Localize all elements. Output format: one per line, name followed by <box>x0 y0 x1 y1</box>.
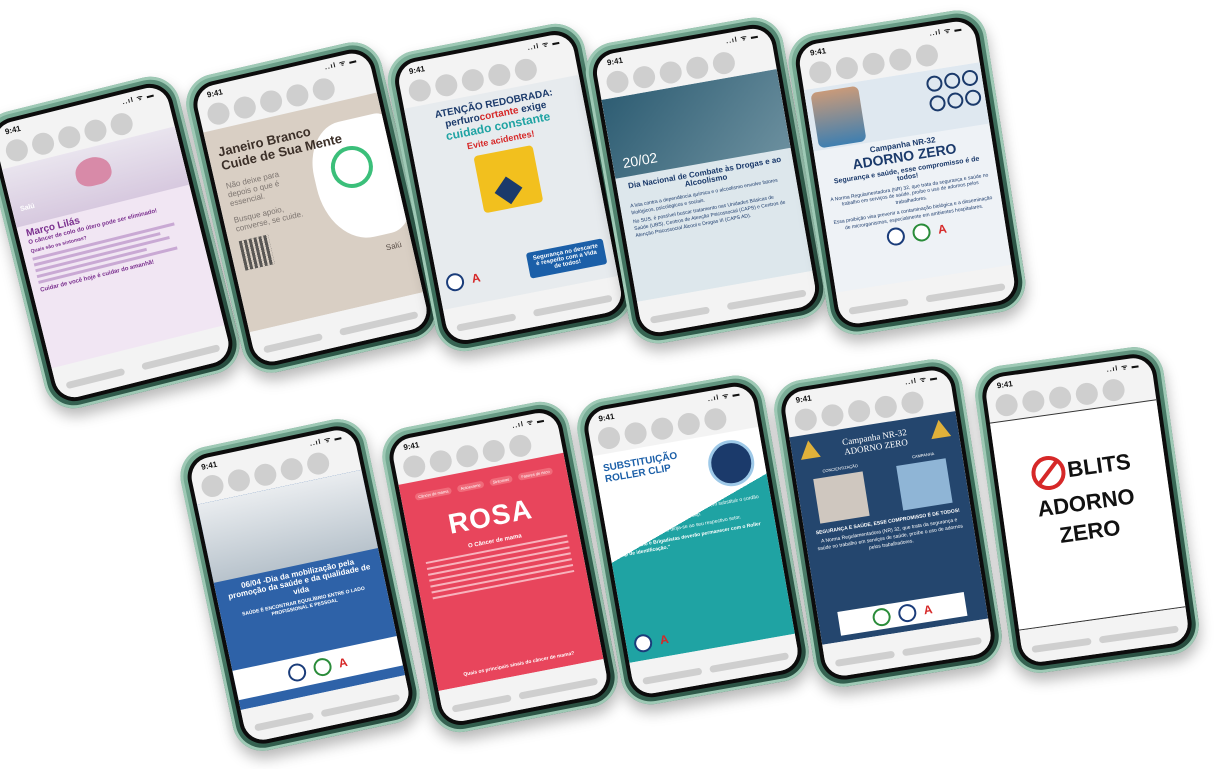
qr-code-icon <box>238 234 275 271</box>
brand-a-logo-icon: A <box>470 270 482 286</box>
post-marco-lilas[interactable]: Salú Março Lilás O câncer de colo do úte… <box>2 126 225 369</box>
nurse-photo <box>810 85 867 149</box>
status-time: 9:41 <box>606 55 624 67</box>
tab-pill[interactable]: Fatores de risco <box>517 467 554 481</box>
tab-pill[interactable]: Câncer de mama <box>414 486 453 501</box>
awareness-photo <box>813 471 870 524</box>
phone-mockup-scene: 9:41 ..ıl ᯤ ▬ Salú Março Lilás O câncer … <box>0 0 1219 769</box>
phone-screen: 9:41 ..ıl ᯤ ▬ Campanha NR-32 ADORNO ZERO… <box>782 367 994 679</box>
no-ring-icon <box>925 74 944 93</box>
col-right-label: CAMPANHA <box>911 450 935 460</box>
brand-a-logo-icon: A <box>936 222 948 238</box>
post-roller-clip[interactable]: SUBSTITUIÇÃO ROLLER CLIP Comunicado impo… <box>592 426 795 663</box>
brand-label: Salú <box>385 240 403 253</box>
status-time: 9:41 <box>597 411 616 424</box>
status-time: 9:41 <box>809 45 827 58</box>
post-combate-drogas[interactable]: 20/02 Dia Nacional de Combate às Drogas … <box>601 69 813 302</box>
institution-logo-icon <box>885 226 906 248</box>
post-line-1: Não deixe para depois o que é essencial. <box>225 169 281 209</box>
phone-screen: 9:41 ..ıl ᯤ ▬ Câncer de mama Autoexame S… <box>390 409 610 725</box>
tab-pill[interactable]: Sintomas <box>489 475 513 487</box>
post-blits[interactable]: BLITS ADORNO ZERO <box>989 399 1186 631</box>
phone-screen: 9:41 ..ıl ᯤ ▬ 06/04 -Dia da mobilização … <box>187 426 413 744</box>
warning-triangle-icon <box>928 418 952 440</box>
phone-screen: 9:41 ..ıl ᯤ ▬ 20/02 Dia Nacional de Comb… <box>593 25 819 336</box>
no-bracelet-icon <box>960 68 980 88</box>
green-cross-logo-icon <box>311 656 333 678</box>
status-time: 9:41 <box>408 63 426 76</box>
institution-logo-icon <box>632 632 654 654</box>
no-earring-icon <box>928 94 947 113</box>
phone-screen: 9:41 ..ıl ᯤ ▬ SUBSTITUIÇÃO ROLLER CLIP C… <box>585 383 801 697</box>
post-date: 20/02 <box>621 149 659 172</box>
status-time: 9:41 <box>3 123 22 136</box>
brand-label: Salú <box>19 202 36 214</box>
warning-triangle-icon <box>798 438 821 460</box>
green-cross-logo-icon <box>910 222 932 244</box>
status-signal-icon: ..ıl ᯤ ▬ <box>904 373 939 387</box>
no-adornment-icon <box>1029 453 1068 493</box>
status-time: 9:41 <box>996 378 1014 390</box>
no-watch-icon <box>943 71 962 90</box>
status-time: 9:41 <box>205 86 224 100</box>
uterus-icon <box>72 153 115 190</box>
institution-logo-icon <box>896 602 918 624</box>
status-time: 9:41 <box>402 439 420 452</box>
campaign-photo <box>896 458 953 511</box>
brand-a-logo-icon: A <box>337 654 349 671</box>
green-cross-logo-icon <box>871 606 892 628</box>
status-time: 9:41 <box>794 392 813 405</box>
status-time: 9:41 <box>200 459 218 472</box>
brand-a-logo-icon: A <box>658 631 670 648</box>
phone-blits-adorno-zero: 9:41 ..ıl ᯤ ▬ BLITS ADORNO ZERO <box>971 343 1203 677</box>
no-badge-icon <box>963 88 983 107</box>
no-necklace-icon <box>946 91 965 110</box>
post-atencao-redobrada[interactable]: ATENÇÃO REDOBRADA: perfurocortante exige… <box>404 74 618 311</box>
post-nr32-dark[interactable]: Campanha NR-32 ADORNO ZERO CONCIENTIZAÇÃ… <box>789 411 989 645</box>
status-signal-icon: ..ıl ᯤ ▬ <box>1106 361 1140 374</box>
status-signal-icon: ..ıl ᯤ ▬ <box>928 25 963 38</box>
institution-logo-icon <box>444 271 466 293</box>
brand-a-logo-icon: A <box>922 602 934 618</box>
post-box: Segurança no descarte é respeito com a V… <box>525 238 608 279</box>
post-adorno-zero[interactable]: Campanha NR-32 ADORNO ZERO Segurança e s… <box>803 62 1012 293</box>
blits-word-1: BLITS <box>1065 449 1133 483</box>
tab-pill[interactable]: Autoexame <box>457 480 485 493</box>
institution-logo-icon <box>286 661 308 684</box>
sharps-container-icon <box>473 144 544 213</box>
